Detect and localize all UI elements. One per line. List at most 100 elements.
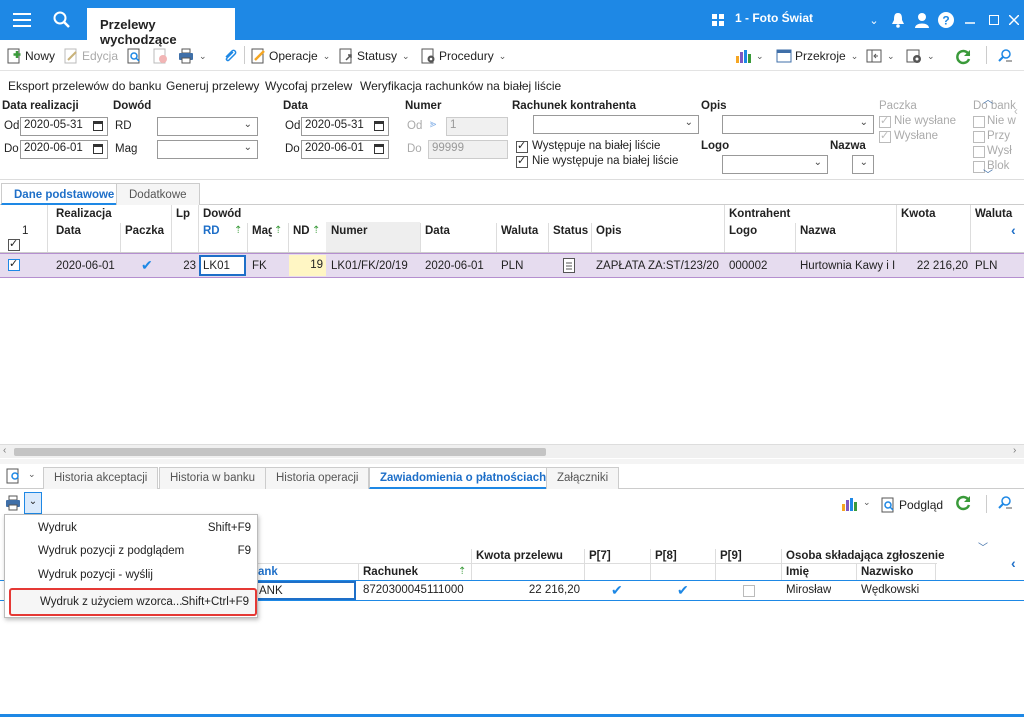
scroll-right-icon[interactable]: › xyxy=(1013,445,1016,456)
row-rd[interactable]: LK01 xyxy=(199,255,246,276)
last-name-column-header[interactable]: Nazwisko xyxy=(861,566,913,578)
help-icon[interactable]: ? xyxy=(934,8,958,32)
rd-column-header[interactable]: RD xyxy=(203,225,220,237)
first-name-column-header[interactable]: Imię xyxy=(786,566,809,578)
chevron-left-icon[interactable]: ‹ xyxy=(1014,106,1018,118)
layout-button[interactable]: ⌄ xyxy=(866,46,895,66)
menu-item-print-send[interactable]: Wydruk pozycji - wyślij xyxy=(5,565,257,587)
statuses-menu[interactable]: Statusy ⌄ xyxy=(338,46,410,66)
attachment-button[interactable] xyxy=(222,46,238,66)
chart-button[interactable]: ⌄ xyxy=(735,46,764,66)
company-name[interactable]: 1 - Foto Świat xyxy=(735,11,813,25)
number-to-input[interactable]: 99999 xyxy=(428,140,508,159)
description-column-header[interactable]: Opis xyxy=(596,225,622,237)
number-column-header[interactable]: Numer xyxy=(331,225,367,237)
splitter[interactable] xyxy=(0,459,1024,464)
bell-icon[interactable] xyxy=(886,8,910,32)
currency-column-header[interactable]: Waluta xyxy=(501,225,538,237)
to-bank-checkbox-2[interactable] xyxy=(973,131,985,143)
whitelist-no-checkbox[interactable] xyxy=(516,154,528,168)
print-dropdown-button[interactable]: ⌄ xyxy=(24,492,42,514)
not-sent-checkbox[interactable] xyxy=(879,114,891,128)
currency-header[interactable]: Waluta xyxy=(975,208,1012,220)
to-bank-checkbox-3[interactable] xyxy=(973,146,985,158)
chevron-left-icon[interactable]: ‹ xyxy=(1011,555,1016,571)
grid-apps-icon[interactable] xyxy=(706,8,730,32)
package-column-header[interactable]: Paczka xyxy=(125,225,164,237)
preview-doc-button[interactable] xyxy=(126,46,142,66)
lp-header[interactable]: Lp xyxy=(176,208,190,220)
mag-column-header[interactable]: Mag xyxy=(252,225,272,237)
refresh-icon[interactable] xyxy=(954,494,972,515)
date-to[interactable]: 2020-06-01 xyxy=(301,140,389,159)
scroll-thumb[interactable] xyxy=(14,448,546,456)
chevron-down-icon[interactable]: ⌄ xyxy=(863,497,871,508)
verify-whitelist-link[interactable]: Weryfikacja rachunków na białej liście xyxy=(360,79,561,93)
tab-basic-data[interactable]: Dane podstawowe xyxy=(1,183,128,205)
p9-checkbox[interactable] xyxy=(743,585,755,597)
tab-bank-history[interactable]: Historia w banku xyxy=(159,467,267,489)
row-bank[interactable]: ANK xyxy=(256,581,356,600)
nd-column-header[interactable]: ND xyxy=(293,225,310,237)
realization-date-to[interactable]: 2020-06-01 xyxy=(20,140,108,159)
doc-date-column-header[interactable]: Data xyxy=(425,225,450,237)
chevron-down-icon[interactable]: ﹀ xyxy=(978,539,988,554)
chevron-down-icon[interactable]: ⌄ xyxy=(28,469,36,480)
horizontal-scrollbar[interactable]: ‹ › xyxy=(0,444,1024,458)
chevron-down-icon[interactable]: ﹀ xyxy=(983,166,993,181)
procedures-menu[interactable]: Procedury ⌄ xyxy=(420,46,506,66)
mag-select[interactable]: ⌄ xyxy=(157,140,258,159)
close-icon[interactable] xyxy=(1002,8,1024,32)
select-all-checkbox[interactable] xyxy=(8,237,20,251)
scroll-left-icon[interactable]: ‹ xyxy=(3,445,6,456)
print-button[interactable]: ⌄ xyxy=(178,46,207,66)
tab-payment-notifications[interactable]: Zawiadomienia o płatnościach xyxy=(369,467,558,489)
window-tab[interactable]: Przelewy wychodzące xyxy=(87,8,235,47)
p7-check-icon[interactable]: ✔ xyxy=(611,582,623,599)
chevron-left-icon[interactable]: ‹ xyxy=(1011,222,1016,238)
menu-item-print-template[interactable]: Wydruk z użyciem wzorca... Shift+Ctrl+F9 xyxy=(9,588,257,616)
description-select[interactable]: ⌄ xyxy=(722,115,874,134)
chevron-up-icon[interactable]: ︿ xyxy=(983,91,993,106)
account-select[interactable]: ⌄ xyxy=(533,115,699,134)
menu-item-print-preview[interactable]: Wydruk pozycji z podglądem F9 xyxy=(5,541,257,563)
date-column-header[interactable]: Data xyxy=(56,225,81,237)
date-from[interactable]: 2020-05-31 xyxy=(301,117,389,136)
calendar-icon[interactable] xyxy=(93,121,103,131)
tab-acceptance-history[interactable]: Historia akceptacji xyxy=(43,467,159,489)
delete-button[interactable] xyxy=(152,46,168,66)
bank-column-header[interactable]: ank xyxy=(258,566,278,578)
cross-sections-menu[interactable]: Przekroje ⌄ xyxy=(776,46,858,66)
edit-button[interactable]: Edycja xyxy=(63,46,118,66)
refresh-button[interactable] xyxy=(954,46,971,66)
minimize-icon[interactable] xyxy=(958,8,982,32)
transfer-amount-header[interactable]: Kwota przelewu xyxy=(476,550,563,562)
new-button[interactable]: Nowy xyxy=(6,46,55,66)
calendar-icon[interactable] xyxy=(374,121,384,131)
p8-check-icon[interactable]: ✔ xyxy=(677,582,689,599)
export-transfers-link[interactable]: Eksport przelewów do banku xyxy=(8,79,161,93)
logo-column-header[interactable]: Logo xyxy=(729,225,757,237)
search-list-icon[interactable] xyxy=(997,495,1013,514)
menu-item-print[interactable]: Wydruk Shift+F9 xyxy=(5,518,257,540)
settings-button[interactable]: ⌄ xyxy=(906,46,935,66)
calendar-icon[interactable] xyxy=(93,144,103,154)
hamburger-menu-icon[interactable] xyxy=(10,8,34,32)
chevron-down-icon[interactable]: ⌄ xyxy=(862,8,886,32)
preview-button[interactable]: Podgląd xyxy=(880,495,943,515)
tab-additional[interactable]: Dodatkowe xyxy=(116,183,200,205)
whitelist-yes-checkbox[interactable] xyxy=(516,139,528,153)
rd-select[interactable]: ⌄ xyxy=(157,117,258,136)
amount-header[interactable]: Kwota xyxy=(901,208,936,220)
search-document-icon[interactable] xyxy=(6,468,22,487)
search-icon[interactable] xyxy=(50,8,74,32)
name-select[interactable]: ⌄ xyxy=(852,155,874,174)
tab-operations-history[interactable]: Historia operacji xyxy=(265,467,370,489)
printer-icon[interactable] xyxy=(5,495,21,514)
to-bank-checkbox-1[interactable] xyxy=(973,116,985,128)
logo-select[interactable]: ⌄ xyxy=(722,155,828,174)
p9-header[interactable]: P[9] xyxy=(720,550,742,562)
realization-date-from[interactable]: 2020-05-31 xyxy=(20,117,108,136)
number-from-input[interactable]: 1 xyxy=(446,117,508,136)
p7-header[interactable]: P[7] xyxy=(589,550,611,562)
